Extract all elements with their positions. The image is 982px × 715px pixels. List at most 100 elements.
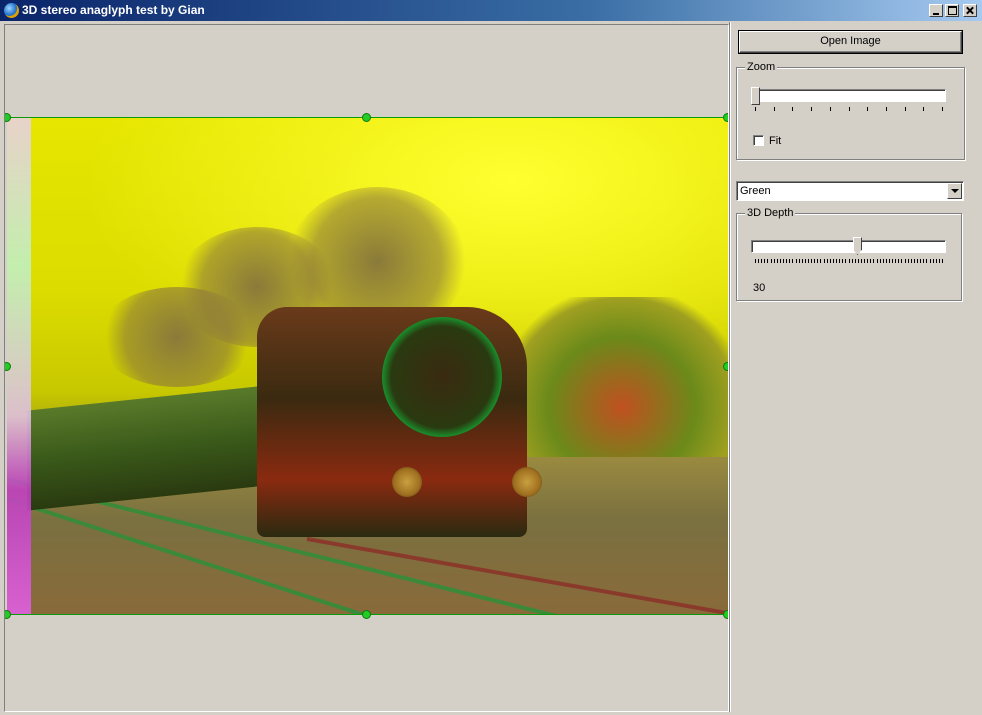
slider-tick xyxy=(886,259,887,263)
slider-tick xyxy=(942,107,943,111)
depth-value: 30 xyxy=(753,282,766,294)
slider-tick xyxy=(792,259,793,263)
slider-tick xyxy=(936,259,937,263)
slider-tick xyxy=(867,259,868,263)
fit-label[interactable]: Fit xyxy=(769,135,781,147)
selection-handle-bottom[interactable] xyxy=(362,610,371,619)
slider-tick xyxy=(799,259,800,263)
zoom-slider-track[interactable] xyxy=(751,89,946,102)
slider-tick xyxy=(758,259,759,263)
control-panel: Open Image Zoom Fit Green 3D Depth 30 xyxy=(732,22,982,712)
close-button[interactable] xyxy=(963,4,977,17)
slider-tick xyxy=(802,259,803,263)
slider-tick xyxy=(839,259,840,263)
slider-tick xyxy=(886,107,887,111)
slider-tick xyxy=(849,107,850,111)
slider-tick xyxy=(923,107,924,111)
zoom-group: Zoom Fit xyxy=(736,61,965,160)
slider-tick xyxy=(783,259,784,263)
slider-tick xyxy=(939,259,940,263)
locomotive-buffer xyxy=(392,467,422,497)
slider-tick xyxy=(942,259,943,263)
zoom-slider-ticks xyxy=(755,107,943,111)
panel-splitter[interactable] xyxy=(729,22,731,712)
slider-tick xyxy=(827,259,828,263)
slider-tick xyxy=(833,259,834,263)
slider-tick xyxy=(836,259,837,263)
slider-tick xyxy=(811,259,812,263)
slider-tick xyxy=(930,259,931,263)
slider-tick xyxy=(933,259,934,263)
slider-tick xyxy=(901,259,902,263)
anaglyph-image[interactable] xyxy=(7,117,728,615)
slider-tick xyxy=(755,107,756,111)
slider-tick xyxy=(898,259,899,263)
slider-tick xyxy=(845,259,846,263)
depth-group-label: 3D Depth xyxy=(745,207,796,219)
globe-icon xyxy=(4,3,19,18)
slider-tick xyxy=(849,259,850,263)
selection-handle-top[interactable] xyxy=(362,113,371,122)
depth-slider-ticks xyxy=(755,259,943,263)
slider-tick xyxy=(764,259,765,263)
maximize-button[interactable] xyxy=(945,4,959,17)
smoke-cloud xyxy=(97,287,257,387)
slider-tick xyxy=(889,259,890,263)
chevron-down-icon[interactable] xyxy=(947,183,962,199)
slider-tick xyxy=(895,259,896,263)
image-canvas[interactable] xyxy=(4,24,729,712)
slider-tick xyxy=(817,259,818,263)
slider-tick xyxy=(830,259,831,263)
slider-tick xyxy=(786,259,787,263)
slider-tick xyxy=(767,259,768,263)
slider-tick xyxy=(877,259,878,263)
window-title: 3D stereo anaglyph test by Gian xyxy=(22,3,205,17)
slider-tick xyxy=(864,259,865,263)
locomotive-smokebox xyxy=(382,317,502,437)
fit-checkbox[interactable] xyxy=(753,135,764,146)
slider-tick xyxy=(880,259,881,263)
minimize-button[interactable] xyxy=(929,4,943,17)
channel-select-value: Green xyxy=(740,185,771,197)
slider-tick xyxy=(780,259,781,263)
app-window: 3D stereo anaglyph test by Gian Open Ima… xyxy=(0,0,982,715)
slider-tick xyxy=(914,259,915,263)
slider-tick xyxy=(911,259,912,263)
slider-tick xyxy=(855,259,856,263)
slider-tick xyxy=(814,259,815,263)
slider-tick xyxy=(926,259,927,263)
slider-tick xyxy=(858,259,859,263)
slider-tick xyxy=(908,259,909,263)
depth-slider-track[interactable] xyxy=(751,240,946,253)
slider-tick xyxy=(905,107,906,111)
depth-group: 3D Depth 30 xyxy=(736,207,962,301)
slider-tick xyxy=(774,259,775,263)
zoom-group-label: Zoom xyxy=(745,61,778,73)
slider-tick xyxy=(808,259,809,263)
slider-tick xyxy=(917,259,918,263)
slider-tick xyxy=(883,259,884,263)
slider-tick xyxy=(820,259,821,263)
slider-tick xyxy=(892,259,893,263)
zoom-slider-thumb[interactable] xyxy=(751,87,760,105)
slider-tick xyxy=(796,259,797,263)
slider-tick xyxy=(824,259,825,263)
slider-tick xyxy=(873,259,874,263)
slider-tick xyxy=(870,259,871,263)
slider-tick xyxy=(777,259,778,263)
slider-tick xyxy=(789,259,790,263)
slider-tick xyxy=(923,259,924,263)
locomotive-buffer xyxy=(512,467,542,497)
slider-tick xyxy=(852,259,853,263)
slider-tick xyxy=(805,259,806,263)
slider-tick xyxy=(761,259,762,263)
slider-tick xyxy=(774,107,775,111)
slider-tick xyxy=(867,107,868,111)
open-image-button-label: Open Image xyxy=(820,35,881,47)
title-bar[interactable]: 3D stereo anaglyph test by Gian xyxy=(0,0,982,21)
channel-select[interactable]: Green xyxy=(736,181,964,201)
slider-tick xyxy=(842,259,843,263)
selection-handle-bottom-left[interactable] xyxy=(5,610,11,619)
slider-tick xyxy=(811,107,812,111)
open-image-button[interactable]: Open Image xyxy=(738,30,963,54)
